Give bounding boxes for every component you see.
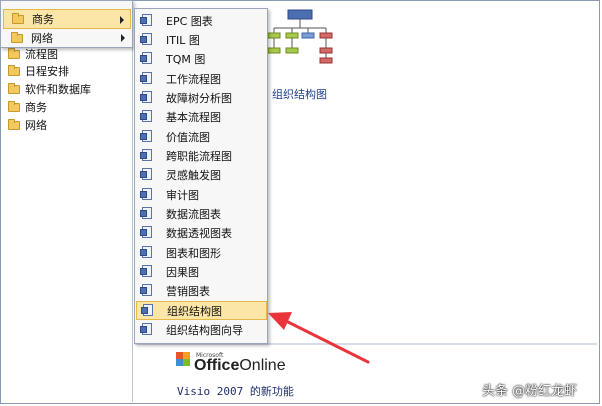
tree-item-label: 软件和数据库	[25, 83, 91, 96]
submenu-item-label: 数据透视图表	[166, 226, 232, 240]
business-submenu: EPC 图表 ITIL 图 TQM 图 工作流程图 故障树分析图 基本流程图 价…	[134, 8, 268, 344]
visio-template-icon	[140, 226, 153, 239]
submenu-item-value-stream[interactable]: 价值流图	[136, 127, 267, 146]
visio-template-icon	[140, 284, 153, 297]
submenu-item-brainstorming[interactable]: 灵感触发图	[136, 165, 267, 184]
visio-template-icon	[140, 91, 153, 104]
visio-template-icon	[140, 246, 153, 259]
visio-template-icon	[140, 323, 153, 336]
submenu-item-charts-graphs[interactable]: 图表和图形	[136, 243, 267, 262]
folder-icon	[8, 100, 20, 112]
tree-item-software-database[interactable]: 软件和数据库	[8, 81, 91, 97]
submenu-item-label: 审计图	[166, 188, 199, 202]
visio-template-icon	[140, 265, 153, 278]
menu-item-label: 网络	[31, 32, 53, 45]
submenu-item-pivot[interactable]: 数据透视图表	[136, 223, 267, 242]
tree-item-label: 网络	[25, 119, 47, 132]
visio-template-icon	[141, 304, 154, 317]
watermark-text: 头条 @粉红龙虾	[482, 384, 578, 399]
submenu-item-label: 因果图	[166, 265, 199, 279]
visio-template-icon	[140, 33, 153, 46]
submenu-item-label: EPC 图表	[166, 14, 213, 28]
submenu-item-label: 灵感触发图	[166, 168, 221, 182]
org-chart-thumbnail[interactable]	[268, 8, 334, 64]
visio-template-icon	[140, 72, 153, 85]
folder-icon	[8, 118, 20, 130]
submenu-item-label: 图表和图形	[166, 246, 221, 260]
submenu-item-label: 工作流程图	[166, 72, 221, 86]
visio-template-icon	[140, 149, 153, 162]
submenu-item-label: 组织结构图向导	[166, 323, 243, 337]
folder-icon	[8, 64, 20, 76]
submenu-item-basic-flowchart[interactable]: 基本流程图	[136, 107, 267, 126]
submenu-item-label: 基本流程图	[166, 110, 221, 124]
menu-item-business[interactable]: 商务	[3, 9, 131, 29]
submenu-item-label: 价值流图	[166, 130, 210, 144]
template-category-panel: 流程图 日程安排 软件和数据库 商务 网络	[2, 2, 133, 402]
visio-template-icon	[140, 14, 153, 27]
submenu-item-label: TQM 图	[166, 52, 206, 66]
org-chart-template-label[interactable]: 组织结构图	[272, 86, 327, 102]
submenu-item-label: 数据流图表	[166, 207, 221, 221]
tree-item-business[interactable]: 商务	[8, 99, 47, 115]
submenu-item-tqm[interactable]: TQM 图	[136, 49, 267, 68]
visio-template-icon	[140, 52, 153, 65]
folder-icon	[8, 82, 20, 94]
submenu-item-cause-effect[interactable]: 因果图	[136, 262, 267, 281]
visio-template-icon	[140, 168, 153, 181]
submenu-item-cross-functional[interactable]: 跨职能流程图	[136, 146, 267, 165]
menu-item-network[interactable]: 网络	[3, 28, 131, 48]
visio-news-link[interactable]: Visio 2007 的新功能	[177, 383, 294, 399]
visio-template-icon	[140, 188, 153, 201]
submenu-arrow-icon	[121, 34, 125, 42]
submenu-item-fault-tree[interactable]: 故障树分析图	[136, 88, 267, 107]
office-brand: Office	[194, 357, 240, 374]
menu-item-label: 商务	[32, 13, 54, 26]
annotation-arrow-icon	[268, 312, 370, 364]
tree-item-label: 流程图	[25, 48, 58, 61]
visio-template-icon	[140, 110, 153, 123]
submenu-item-org-chart-wizard[interactable]: 组织结构图向导	[136, 320, 267, 339]
tree-item-flowchart[interactable]: 流程图	[8, 46, 58, 62]
folder-icon	[11, 31, 23, 43]
category-flyout-menu: 商务 网络	[0, 0, 133, 48]
submenu-item-workflow[interactable]: 工作流程图	[136, 69, 267, 88]
submenu-item-org-chart[interactable]: 组织结构图	[136, 301, 267, 320]
submenu-item-itil[interactable]: ITIL 图	[136, 30, 267, 49]
folder-icon	[12, 12, 24, 24]
submenu-item-label: 组织结构图	[167, 304, 222, 318]
visio-template-icon	[140, 130, 153, 143]
submenu-item-epc[interactable]: EPC 图表	[136, 11, 267, 30]
office-logo-icon	[176, 352, 190, 366]
submenu-item-label: 故障树分析图	[166, 91, 232, 105]
submenu-item-label: 营销图表	[166, 284, 210, 298]
submenu-item-label: ITIL 图	[166, 33, 200, 47]
tree-item-schedule[interactable]: 日程安排	[8, 63, 69, 79]
folder-icon	[8, 47, 20, 59]
submenu-item-marketing[interactable]: 营销图表	[136, 281, 267, 300]
submenu-item-label: 跨职能流程图	[166, 149, 232, 163]
visio-template-icon	[140, 207, 153, 220]
submenu-arrow-icon	[120, 16, 124, 24]
office-online-logo	[176, 352, 193, 366]
tree-item-network[interactable]: 网络	[8, 117, 47, 133]
tree-item-label: 日程安排	[25, 65, 69, 78]
tree-item-label: 商务	[25, 101, 47, 114]
submenu-item-audit[interactable]: 审计图	[136, 185, 267, 204]
submenu-item-data-flow[interactable]: 数据流图表	[136, 204, 267, 223]
